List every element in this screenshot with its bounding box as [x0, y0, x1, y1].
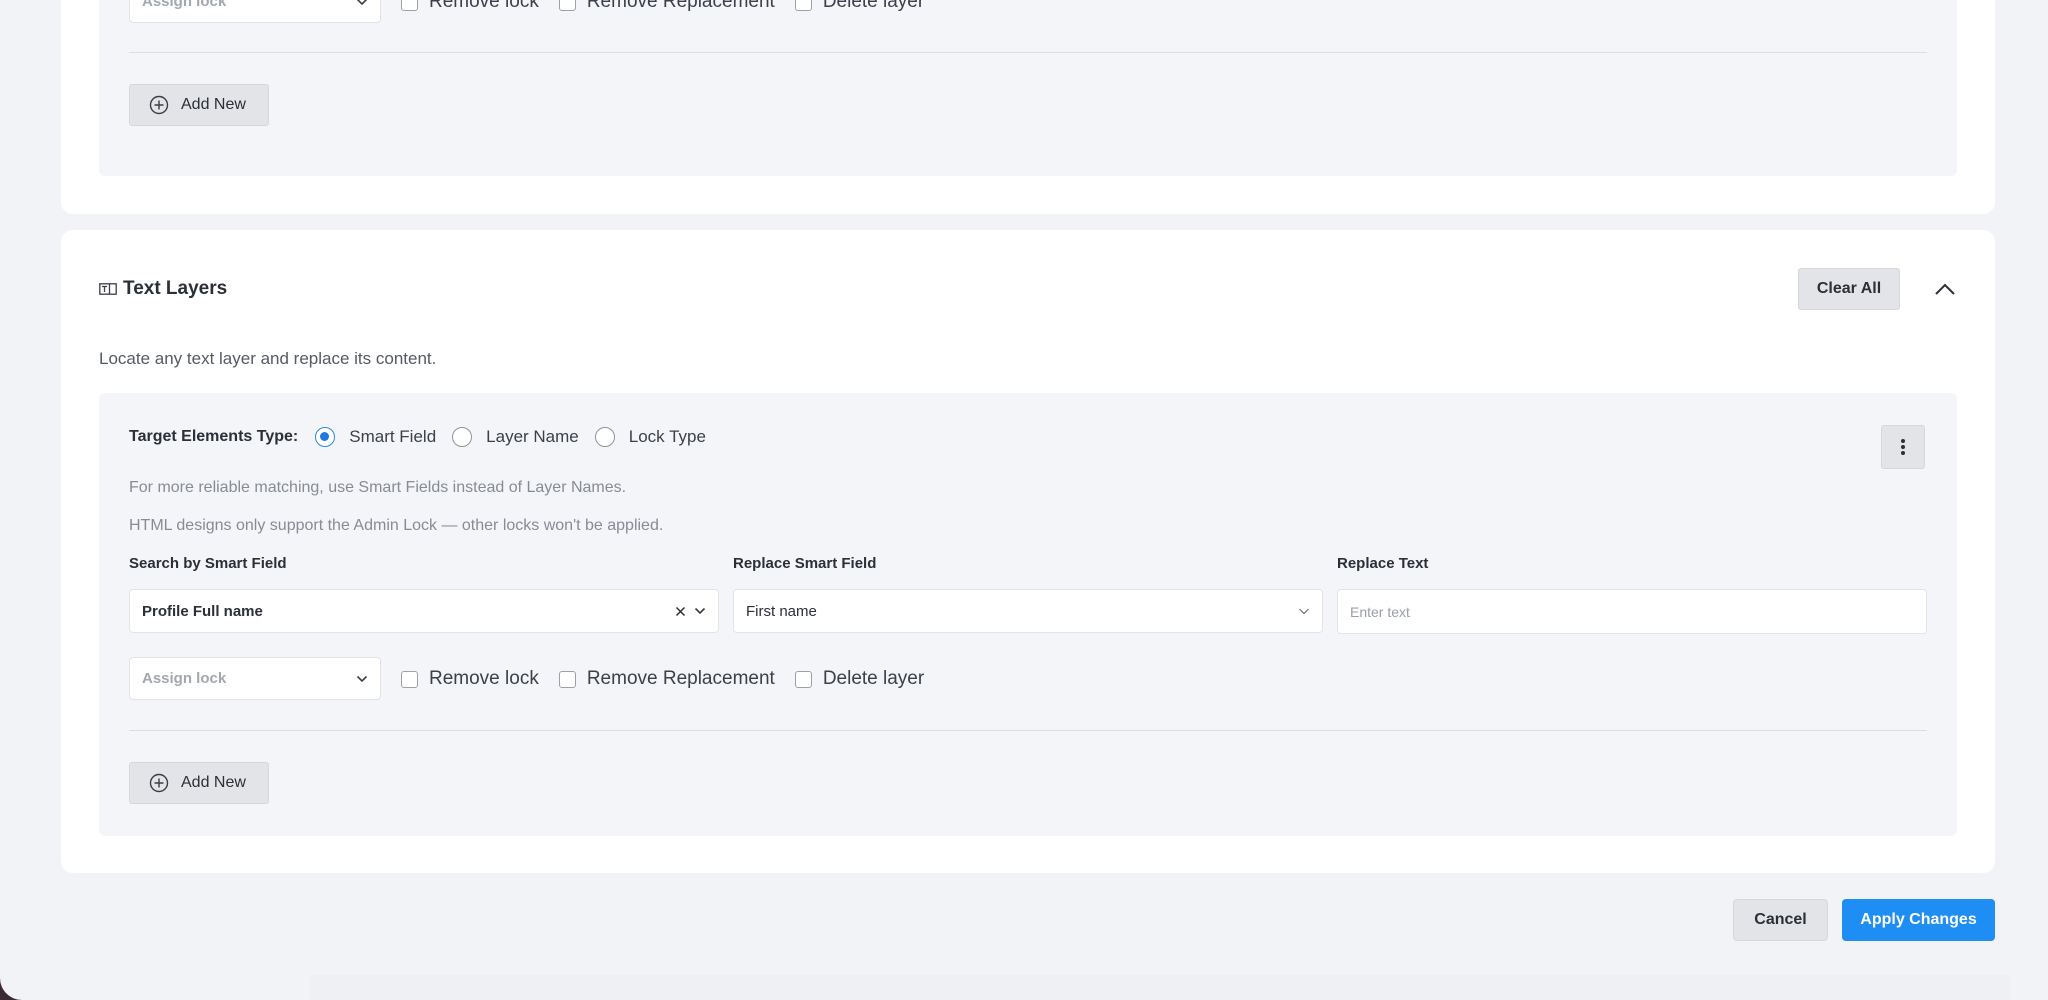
- replace-smart-field-label: Replace Smart Field: [733, 555, 877, 572]
- checkbox-label: Remove Replacement: [586, 0, 775, 12]
- checkbox-box[interactable]: [558, 670, 576, 688]
- replace-smart-field-select[interactable]: First name: [733, 589, 1323, 633]
- section-description: Locate any text layer and replace its co…: [99, 349, 437, 368]
- hint-smart-fields: For more reliable matching, use Smart Fi…: [129, 479, 627, 496]
- checkbox-box[interactable]: [401, 0, 418, 11]
- radio-circle[interactable]: [452, 427, 473, 447]
- radio-label: Layer Name: [486, 427, 579, 446]
- apply-changes-button[interactable]: Apply Changes: [1842, 899, 1995, 941]
- checkbox-label: Delete layer: [822, 0, 925, 12]
- replace-text-input[interactable]: Enter text: [1337, 589, 1927, 634]
- remove-lock-checkbox[interactable]: Remove lock: [401, 0, 539, 13]
- text-layer-icon: [99, 283, 117, 295]
- assign-lock-select[interactable]: Assign lock: [129, 657, 381, 700]
- replace-smart-field-value: First name: [746, 602, 817, 620]
- search-smart-field-label: Search by Smart Field: [129, 555, 287, 572]
- search-smart-field-select[interactable]: Profile Full name: [129, 589, 719, 633]
- target-type-row: Target Elements Type: Smart Field Layer …: [129, 427, 722, 447]
- search-smart-field-value: Profile Full name: [142, 602, 263, 620]
- chevron-down-icon: [1299, 608, 1309, 615]
- checkbox-box[interactable]: [401, 670, 418, 688]
- bottom-strip: [310, 975, 2010, 1000]
- hint-html-designs: HTML designs only support the Admin Lock…: [129, 517, 664, 534]
- assign-lock-select[interactable]: Assign lock: [129, 0, 381, 23]
- close-icon[interactable]: [675, 606, 686, 617]
- clear-all-button[interactable]: Clear All: [1798, 268, 1900, 310]
- delete-layer-checkbox[interactable]: Delete layer: [794, 0, 925, 13]
- section-title: Text Layers: [99, 278, 227, 300]
- assign-lock-placeholder: Assign lock: [142, 0, 227, 10]
- checkbox-label: Remove lock: [429, 668, 539, 689]
- chevron-down-icon: [694, 607, 706, 615]
- replace-text-label: Replace Text: [1337, 555, 1429, 572]
- text-layers-card: Text Layers Clear All Locate any text la…: [61, 230, 1995, 873]
- radio-smart-field[interactable]: Smart Field: [315, 427, 436, 447]
- radio-lock-type[interactable]: Lock Type: [594, 427, 706, 447]
- remove-replacement-checkbox[interactable]: Remove Replacement: [558, 668, 775, 690]
- remove-lock-checkbox[interactable]: Remove lock: [401, 668, 539, 690]
- kebab-menu-icon: [1901, 439, 1905, 455]
- divider: [129, 730, 1927, 731]
- chevron-up-icon[interactable]: [1934, 280, 1956, 298]
- previous-rule-panel: Assign lock Remove lock Remove Replaceme…: [99, 0, 1957, 176]
- checkbox-label: Delete layer: [822, 668, 925, 689]
- chevron-down-icon: [357, 0, 367, 5]
- add-new-button[interactable]: Add New: [129, 762, 269, 804]
- assign-lock-placeholder: Assign lock: [142, 670, 227, 687]
- more-options-button[interactable]: [1881, 425, 1925, 469]
- text-options-row: Remove lock Remove Replacement Delete la…: [401, 668, 944, 690]
- checkbox-label: Remove Replacement: [586, 668, 775, 689]
- radio-label: Lock Type: [628, 427, 706, 446]
- plus-circle-icon: [149, 773, 169, 793]
- previous-layer-card: Assign lock Remove lock Remove Replaceme…: [61, 0, 1995, 214]
- radio-label: Smart Field: [349, 427, 437, 446]
- checkbox-box[interactable]: [794, 0, 812, 11]
- text-rule-panel: Target Elements Type: Smart Field Layer …: [99, 393, 1957, 836]
- checkbox-label: Remove lock: [429, 0, 539, 12]
- plus-circle-icon: [149, 95, 169, 115]
- section-title-text: Text Layers: [123, 278, 228, 299]
- divider: [129, 52, 1927, 53]
- radio-circle[interactable]: [594, 427, 615, 447]
- target-type-label: Target Elements Type:: [129, 428, 299, 445]
- modal-viewport: Assign lock Remove lock Remove Replaceme…: [0, 0, 2048, 1000]
- cancel-button[interactable]: Cancel: [1733, 899, 1828, 941]
- chevron-down-icon: [356, 675, 368, 682]
- add-new-button[interactable]: Add New: [129, 84, 269, 126]
- checkbox-box[interactable]: [558, 0, 576, 11]
- radio-circle[interactable]: [315, 427, 336, 447]
- previous-options-row: Remove lock Remove Replacement Delete la…: [401, 0, 944, 13]
- add-new-label: Add New: [181, 96, 246, 113]
- checkbox-box[interactable]: [794, 670, 812, 688]
- delete-layer-checkbox[interactable]: Delete layer: [794, 668, 925, 690]
- remove-replacement-checkbox[interactable]: Remove Replacement: [558, 0, 775, 13]
- add-new-label: Add New: [181, 774, 246, 791]
- radio-layer-name[interactable]: Layer Name: [452, 427, 579, 447]
